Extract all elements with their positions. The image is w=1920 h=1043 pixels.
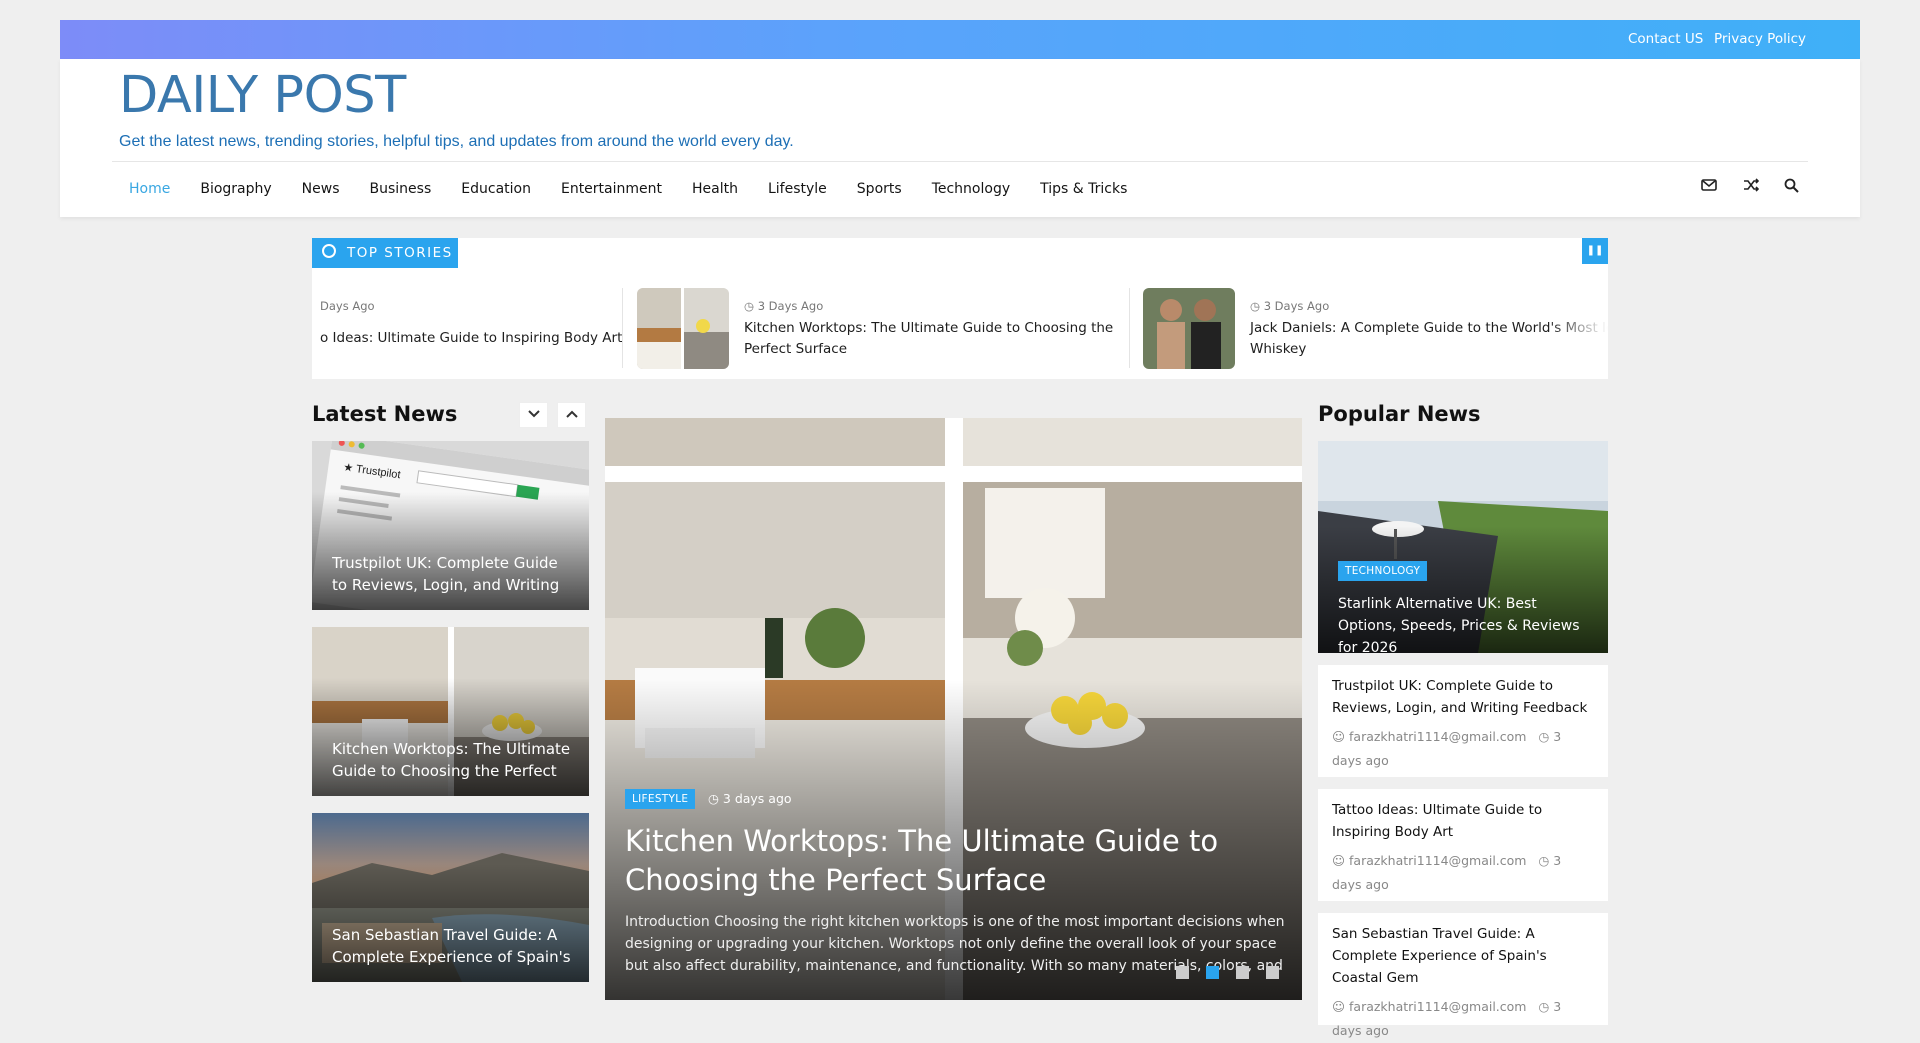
ticker-thumbnail[interactable] (637, 288, 729, 369)
ticker-divider (622, 288, 623, 368)
popular-item-title[interactable]: Tattoo Ideas: Ultimate Guide to Inspirin… (1332, 799, 1594, 843)
ticker-date-text: 3 Days Ago (757, 299, 824, 313)
nav-item-health[interactable]: Health (692, 181, 738, 197)
site-logo[interactable]: DAILY POST (119, 66, 406, 125)
hero-date-text: 3 days ago (722, 791, 792, 806)
ticker-date-text: 3 Days Ago (1263, 299, 1330, 313)
latest-card[interactable]: Kitchen Worktops: The Ultimate Guide to … (312, 627, 589, 796)
header-divider (112, 161, 1808, 162)
slider-dot[interactable] (1206, 966, 1219, 979)
latest-card-title[interactable]: Trustpilot UK: Complete Guide to Reviews… (332, 552, 571, 596)
shuffle-icon[interactable] (1743, 178, 1760, 196)
popular-item[interactable]: Tattoo Ideas: Ultimate Guide to Inspirin… (1318, 789, 1608, 901)
latest-card-title[interactable]: Kitchen Worktops: The Ultimate Guide to … (332, 738, 571, 782)
latest-card[interactable]: San Sebastian Travel Guide: A Complete E… (312, 813, 589, 982)
hero-title[interactable]: Kitchen Worktops: The Ultimate Guide to … (625, 822, 1265, 900)
top-bar: Contact US Privacy Policy (60, 20, 1860, 59)
site-header: DAILY POST Get the latest news, trending… (60, 59, 1860, 217)
nav-item-news[interactable]: News (302, 181, 340, 197)
latest-news-title: Latest News (312, 402, 458, 426)
popular-item-meta: ☺ farazkhatri1114@gmail.com ◷ 3 days ago (1332, 853, 1562, 892)
ticker-item-date: ◷ 3 Days Ago (744, 299, 824, 313)
nav-item-education[interactable]: Education (461, 181, 531, 197)
pause-icon: ❚❚ (1586, 245, 1604, 256)
ticker-thumbnail[interactable] (1143, 288, 1235, 369)
top-stories-ticker: TOP STORIES ❚❚ Days Ago o Ideas: Ultimat… (312, 238, 1608, 379)
pause-button[interactable]: ❚❚ (1582, 238, 1608, 264)
latest-down-button[interactable] (519, 402, 548, 428)
nav-item-technology[interactable]: Technology (932, 181, 1010, 197)
ticker-label-text: TOP STORIES (347, 245, 453, 261)
nav-item-entertainment[interactable]: Entertainment (561, 181, 662, 197)
slider-dot[interactable] (1176, 966, 1189, 979)
envelope-icon[interactable] (1701, 178, 1717, 196)
popular-item-title[interactable]: San Sebastian Travel Guide: A Complete E… (1332, 923, 1594, 989)
popular-item-meta: ☺ farazkhatri1114@gmail.com ◷ 3 days ago (1332, 999, 1562, 1038)
popular-item-author[interactable]: farazkhatri1114@gmail.com (1349, 853, 1526, 868)
ticker-label: TOP STORIES (312, 238, 458, 268)
site-tagline: Get the latest news, trending stories, h… (119, 133, 794, 150)
chevron-down-icon (527, 410, 540, 418)
popular-feature-card[interactable]: TECHNOLOGY Starlink Alternative UK: Best… (1318, 441, 1608, 653)
ticker-fade (1548, 278, 1608, 378)
popular-item-author[interactable]: farazkhatri1114@gmail.com (1349, 999, 1526, 1014)
popular-item[interactable]: Trustpilot UK: Complete Guide to Reviews… (1318, 665, 1608, 777)
nav-item-tips-tricks[interactable]: Tips & Tricks (1040, 181, 1127, 197)
popular-item-meta: ☺ farazkhatri1114@gmail.com ◷ 3 days ago (1332, 729, 1562, 768)
hero-date: ◷ 3 days ago (708, 791, 792, 806)
latest-card[interactable]: ★ Trustpilot Trustpilot UK: Complete Gui… (312, 441, 589, 610)
ticker-item-date: Days Ago (320, 299, 375, 313)
site-wrapper: Contact US Privacy Policy DAILY POST Get… (60, 20, 1860, 1038)
search-icon[interactable] (1784, 178, 1799, 197)
privacy-policy-link[interactable]: Privacy Policy (1714, 31, 1806, 47)
slider-dot[interactable] (1236, 966, 1249, 979)
ticker-divider (1129, 288, 1130, 368)
chevron-up-icon (565, 410, 578, 418)
popular-feature-title[interactable]: Starlink Alternative UK: Best Options, S… (1338, 593, 1598, 653)
nav-item-home[interactable]: Home (129, 181, 170, 197)
ticker-title-line: Perfect Surface (744, 341, 848, 357)
globe-icon (322, 244, 336, 258)
popular-item[interactable]: San Sebastian Travel Guide: A Complete E… (1318, 913, 1608, 1038)
popular-item-author[interactable]: farazkhatri1114@gmail.com (1349, 729, 1526, 744)
ticker-item-title[interactable]: Kitchen Worktops: The Ultimate Guide to … (744, 318, 1113, 360)
popular-category-badge[interactable]: TECHNOLOGY (1338, 561, 1428, 581)
nav-item-lifestyle[interactable]: Lifestyle (768, 181, 827, 197)
nav-item-biography[interactable]: Biography (200, 181, 271, 197)
latest-card-title[interactable]: San Sebastian Travel Guide: A Complete E… (332, 924, 571, 968)
popular-item-title[interactable]: Trustpilot UK: Complete Guide to Reviews… (1332, 675, 1594, 719)
hero-category-badge[interactable]: LIFESTYLE (625, 789, 696, 809)
ticker-item-date: ◷ 3 Days Ago (1250, 299, 1330, 313)
ticker-item-title[interactable]: o Ideas: Ultimate Guide to Inspiring Bod… (320, 328, 622, 349)
slider-dot[interactable] (1266, 966, 1279, 979)
popular-news-title: Popular News (1318, 402, 1481, 426)
nav-item-business[interactable]: Business (370, 181, 432, 197)
contact-us-link[interactable]: Contact US (1628, 31, 1703, 47)
nav-item-sports[interactable]: Sports (857, 181, 902, 197)
hero-slider[interactable]: LIFESTYLE ◷ 3 days ago Kitchen Worktops:… (605, 418, 1302, 1000)
latest-up-button[interactable] (557, 402, 586, 428)
ticker-title-line: Kitchen Worktops: The Ultimate Guide to … (744, 320, 1114, 336)
main-nav: Home Biography News Business Education E… (129, 181, 1157, 197)
